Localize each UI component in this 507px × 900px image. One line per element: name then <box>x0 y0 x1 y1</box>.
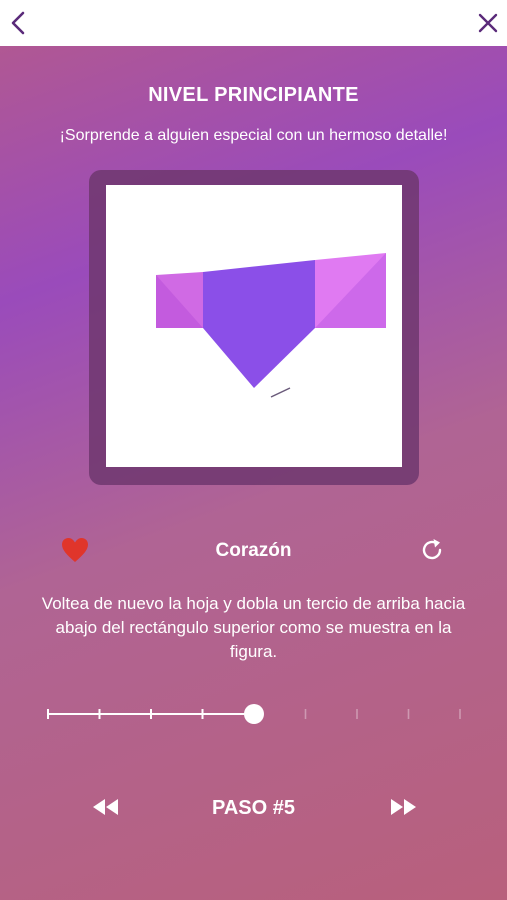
slider-thumb[interactable] <box>244 704 264 724</box>
level-title: NIVEL PRINCIPIANTE <box>148 84 359 106</box>
close-icon <box>478 13 498 33</box>
top-bar <box>0 0 507 46</box>
step-instructions: Voltea de nuevo la hoja y dobla un terci… <box>41 594 466 661</box>
slider-track <box>47 704 461 724</box>
step-label: PASO #5 <box>212 797 295 819</box>
origami-diagram <box>106 185 402 467</box>
step-slider[interactable] <box>40 696 470 730</box>
origami-illustration <box>156 253 386 398</box>
chevron-left-icon <box>11 11 25 35</box>
level-subtitle: ¡Sorprende a alguien especial con un her… <box>59 127 448 144</box>
reset-button[interactable] <box>418 536 448 566</box>
back-button[interactable] <box>2 6 36 40</box>
fast-forward-icon <box>391 799 416 815</box>
close-button[interactable] <box>471 6 505 40</box>
refresh-icon <box>422 539 442 560</box>
next-step-button[interactable] <box>386 795 420 819</box>
